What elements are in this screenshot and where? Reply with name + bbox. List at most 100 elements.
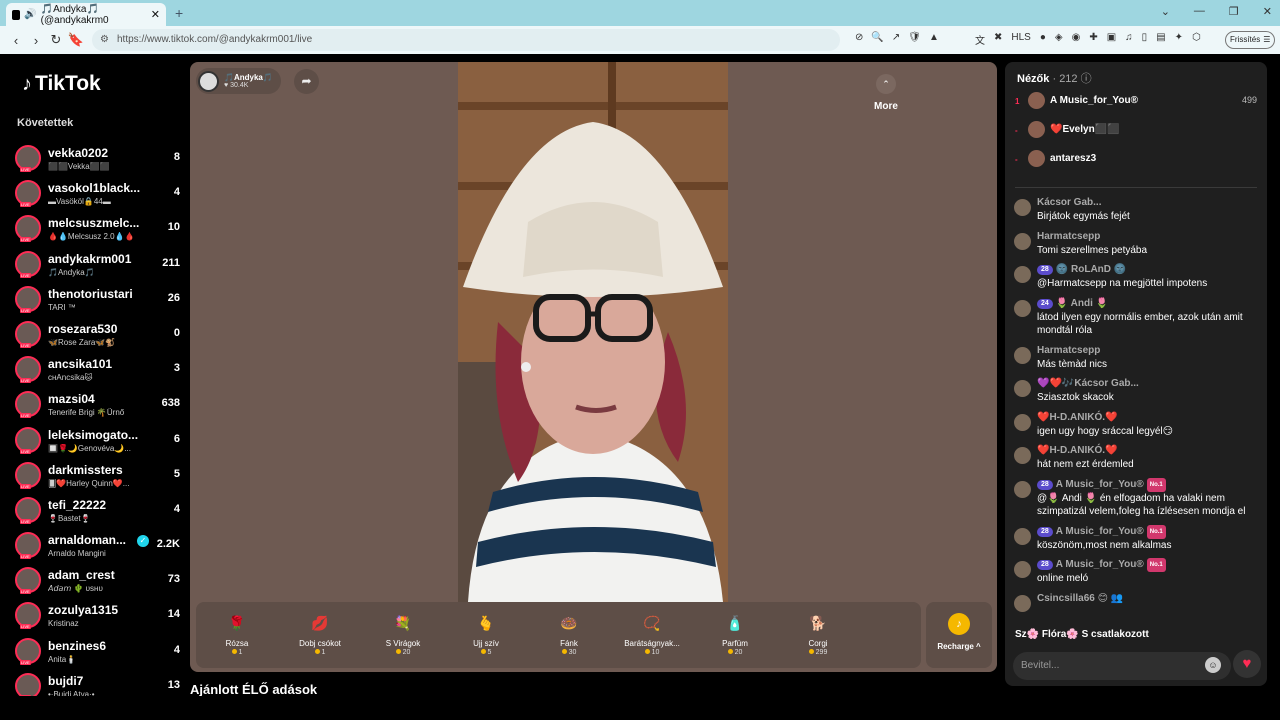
commenter-avatar[interactable]	[1014, 299, 1031, 317]
translate-icon[interactable]: 文	[975, 32, 985, 47]
comments-list[interactable]: Kácsor Gab... Birjátok egymás fejét Harmat…	[1005, 194, 1267, 634]
account-avatar[interactable]: LIVE	[15, 637, 41, 665]
following-item[interactable]: LIVE andykakrm001 🎵Andyka🎵 211	[15, 249, 187, 284]
commenter-avatar[interactable]	[1014, 413, 1031, 431]
extension-circle-icon[interactable]: ●	[1040, 32, 1046, 47]
following-item[interactable]: LIVE ancsika101 ᴄʜAncsika🐱 3	[15, 354, 187, 389]
chat-comment[interactable]: 24 🌷 Andi 🌷 látod ilyen egy normális ember…	[1005, 295, 1267, 340]
chat-comment[interactable]: ❤️H-D.ANIKÓ.❤️ igen ugy hogy sráccal legy…	[1005, 409, 1267, 441]
live-stream-player[interactable]: 🎵Andyka🎵 ♥ 30.4K ➦ 🌹 Rózsa 1 💋 Dobj csók…	[190, 62, 997, 672]
chat-input[interactable]: Bevitel...	[1013, 652, 1231, 680]
back-icon[interactable]: ‹	[6, 33, 26, 48]
commenter-avatar[interactable]	[1014, 346, 1031, 364]
viewer-avatar[interactable]	[1028, 150, 1045, 167]
vpn-icon[interactable]: ⬡	[1192, 32, 1201, 47]
top-viewer-row[interactable]: - ❤️Evelyn⬛⬛	[1005, 118, 1267, 147]
commenter-name[interactable]: 🌷 Andi 🌷	[1056, 298, 1108, 309]
account-avatar[interactable]: LIVE	[15, 391, 41, 419]
commenter-avatar[interactable]	[1014, 527, 1031, 545]
following-item[interactable]: LIVE zozulya1315 Kristinaz 14	[15, 600, 187, 635]
following-item[interactable]: LIVE melcsuszmelc... 🩸💧Melcsusz 2.0💧🩸 10	[15, 213, 187, 248]
recharge-button[interactable]: ♪ Recharge ^	[926, 602, 992, 668]
extension-cube-icon[interactable]: ◈	[1055, 32, 1063, 47]
emoji-icon[interactable]: ☺	[1205, 657, 1221, 673]
host-card[interactable]: 🎵Andyka🎵 ♥ 30.4K	[196, 68, 281, 94]
commenter-avatar[interactable]	[1014, 199, 1031, 216]
share-icon[interactable]: ↗	[892, 32, 900, 43]
commenter-avatar[interactable]	[1014, 266, 1031, 283]
music-icon[interactable]: ♫	[1125, 32, 1133, 47]
commenter-name[interactable]: ❤️H-D.ANIKÓ.❤️	[1037, 445, 1117, 456]
chat-comment[interactable]: Harmatcsepp Más tèmàd nics	[1005, 342, 1267, 374]
following-item[interactable]: LIVE darkmissters 🂠❤️Harley Quinn❤️... 5	[15, 460, 187, 495]
chat-comment[interactable]: Csincsilla66 😊 👥	[1005, 590, 1267, 612]
new-tab-button[interactable]: +	[175, 5, 183, 21]
minimize-button[interactable]: —	[1194, 5, 1205, 18]
following-item[interactable]: LIVE leleksimogato... 🔲🌹🌙Genovéva🌙... 6	[15, 425, 187, 460]
address-bar[interactable]: ⚙ https://www.tiktok.com/@andykakrm001/l…	[92, 29, 840, 51]
gift-item[interactable]: 💋 Dobj csókot 1	[279, 608, 361, 656]
following-item[interactable]: LIVE bujdi7•·Bujdi Atya·• 13	[15, 671, 187, 696]
chat-comment[interactable]: 28 🌚 RoLAnD 🌚 @Harmatcsepp na megjöttel im…	[1005, 261, 1267, 293]
commenter-name[interactable]: Kácsor Gab...	[1037, 197, 1101, 208]
sidebar-icon[interactable]: ▯	[1142, 32, 1148, 47]
menu-icon[interactable]: ☰	[1263, 35, 1270, 45]
account-avatar[interactable]: LIVE	[15, 602, 41, 630]
tiktok-logo[interactable]: ♪ TikTok	[22, 72, 101, 96]
gift-item[interactable]: 🍩 Fánk 30	[528, 608, 610, 656]
viewer-avatar[interactable]	[1028, 121, 1045, 138]
chat-comment[interactable]: 28 A Music_for_You® No.1 köszönöm,most nem …	[1005, 523, 1267, 555]
speaker-icon[interactable]: 🔊	[24, 9, 36, 20]
chrome-icon[interactable]: ◉	[1072, 32, 1081, 47]
account-avatar[interactable]: LIVE	[15, 532, 41, 560]
puzzle-icon[interactable]: ✚	[1089, 32, 1097, 47]
update-button[interactable]: Frissítés ☰	[1225, 31, 1276, 49]
host-avatar[interactable]	[198, 70, 219, 92]
chat-comment[interactable]: 28 A Music_for_You® No.1 online meló	[1005, 556, 1267, 588]
account-avatar[interactable]: LIVE	[15, 285, 41, 313]
commenter-avatar[interactable]	[1014, 380, 1031, 397]
commenter-name[interactable]: Harmatcsepp	[1037, 231, 1100, 242]
help-icon[interactable]: ⓘ	[1081, 73, 1092, 85]
browser-tab[interactable]: 🔊 🎵Andyka🎵 (@andykakrm0 ✕	[6, 3, 166, 26]
commenter-avatar[interactable]	[1014, 480, 1031, 498]
following-item[interactable]: LIVE rosezara530 🦋Rose Zara🦋🐒 0	[15, 319, 187, 354]
commenter-name[interactable]: Harmatcsepp	[1037, 345, 1100, 356]
following-item[interactable]: LIVE arnaldoman... Arnaldo Mangini ✓ 2.2K	[15, 530, 187, 565]
account-avatar[interactable]: LIVE	[15, 567, 41, 595]
bookmark-icon[interactable]: 🔖	[66, 32, 86, 48]
site-info-icon[interactable]: ⚙	[100, 34, 109, 45]
like-heart-button[interactable]: ♥	[1233, 650, 1261, 678]
close-tab-icon[interactable]: ✕	[151, 8, 160, 21]
account-avatar[interactable]: LIVE	[15, 145, 41, 172]
account-avatar[interactable]: LIVE	[15, 672, 41, 696]
following-item[interactable]: LIVE vasokol1black... ▬Vasököl🔒44▬ 4	[15, 178, 187, 213]
gift-item[interactable]: 🐕 Corgi 299	[777, 608, 859, 656]
account-avatar[interactable]: LIVE	[15, 180, 41, 208]
screenshot-icon[interactable]: ▣	[1107, 32, 1116, 47]
extension-x-icon[interactable]: ✖	[994, 32, 1002, 47]
account-avatar[interactable]: LIVE	[15, 250, 41, 278]
gift-item[interactable]: 💐 S Virágok 20	[362, 608, 444, 656]
account-avatar[interactable]: LIVE	[15, 461, 41, 489]
reload-icon[interactable]: ↻	[46, 32, 66, 48]
following-item[interactable]: LIVE mazsi04 Tenerife Brigi 🌴Ürnő 638	[15, 389, 187, 424]
account-avatar[interactable]: LIVE	[15, 356, 41, 384]
camera-off-icon[interactable]: ⊘	[855, 32, 863, 43]
close-window-button[interactable]: ✕	[1263, 5, 1272, 18]
forward-icon[interactable]: ›	[26, 33, 46, 48]
share-icon[interactable]: ➦	[294, 69, 319, 94]
top-viewer-row[interactable]: 1 A Music_for_You® 499	[1005, 89, 1267, 118]
commenter-avatar[interactable]	[1014, 447, 1031, 464]
commenter-name[interactable]: Csincsilla66 😊 👥	[1037, 593, 1123, 604]
tab-search-icon[interactable]: ⌄	[1161, 5, 1170, 18]
commenter-avatar[interactable]	[1014, 232, 1031, 250]
chat-comment[interactable]: Harmatcsepp Tomi szerellmes petyába	[1005, 228, 1267, 260]
zoom-icon[interactable]: 🔍	[871, 32, 883, 43]
restore-button[interactable]: ❐	[1229, 5, 1239, 18]
following-item[interactable]: LIVE thenotoriustari TARI ™ 26	[15, 284, 187, 319]
viewer-avatar[interactable]	[1028, 92, 1045, 109]
following-item[interactable]: LIVE tefi_22222 🍷Bastet🍷 4	[15, 495, 187, 530]
following-item[interactable]: LIVE benzines6 Anita🕯️ 4	[15, 636, 187, 671]
account-avatar[interactable]: LIVE	[15, 426, 41, 454]
